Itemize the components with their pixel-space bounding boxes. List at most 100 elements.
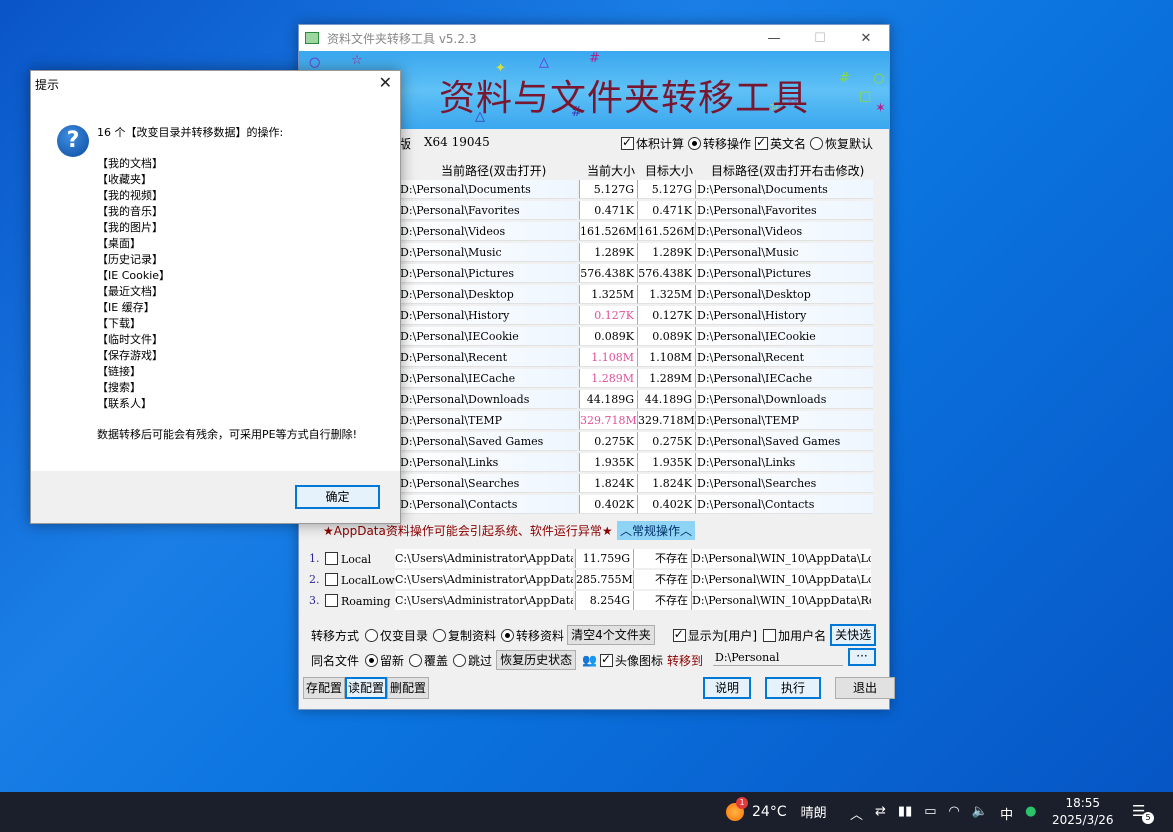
mode-move-radio[interactable]: 转移资料 (501, 627, 564, 644)
current-path-cell[interactable]: D:\Personal\Pictures (399, 264, 577, 283)
current-path-cell[interactable]: D:\Personal\IECookie (399, 327, 577, 346)
current-size-cell[interactable]: 44.189G (579, 390, 637, 409)
current-path-cell[interactable]: D:\Personal\Desktop (399, 285, 577, 304)
appdata-size-cell[interactable]: 285.755M (575, 570, 633, 589)
ok-button[interactable]: 确定 (295, 485, 380, 509)
target-size-cell[interactable]: 0.275K (637, 432, 695, 451)
appdata-target-size-cell[interactable]: 不存在 (633, 591, 691, 610)
target-size-cell[interactable]: 329.718M (637, 411, 695, 430)
target-size-cell[interactable]: 0.127K (637, 306, 695, 325)
help-button[interactable]: 说明 (703, 677, 751, 699)
show-user-checkbox[interactable]: 显示为[用户] (672, 627, 757, 644)
run-button[interactable]: 执行 (765, 677, 821, 699)
current-size-cell[interactable]: 1.824K (579, 474, 637, 493)
current-size-cell[interactable]: 1.325M (579, 285, 637, 304)
browse-button[interactable]: ··· (848, 648, 876, 666)
chevron-up-icon[interactable]: ︿ (850, 804, 863, 823)
current-path-cell[interactable]: D:\Personal\Music (399, 243, 577, 262)
current-size-cell[interactable]: 0.089K (579, 327, 637, 346)
target-path-cell[interactable]: D:\Personal\Recent (695, 348, 873, 367)
current-path-cell[interactable]: D:\Personal\Recent (399, 348, 577, 367)
target-path-input[interactable]: D:\Personal (713, 649, 843, 666)
table-row[interactable]: D:\Personal\Contacts 0.402K 0.402K D:\Perso… (399, 495, 873, 514)
target-size-cell[interactable]: 1.289K (637, 243, 695, 262)
appdata-checkbox[interactable]: LocalLow (321, 572, 395, 587)
table-row[interactable]: D:\Personal\Recent 1.108M 1.108M D:\Persona… (399, 348, 873, 367)
table-row[interactable]: D:\Personal\Favorites 0.471K 0.471K D:\Pers… (399, 201, 873, 220)
english-name-checkbox[interactable]: 英文名 (755, 135, 806, 152)
target-path-cell[interactable]: D:\Personal\Favorites (695, 201, 873, 220)
appdata-checkbox[interactable]: Roaming (321, 593, 395, 608)
target-size-cell[interactable]: 44.189G (637, 390, 695, 409)
appdata-target-path-cell[interactable]: D:\Personal\WIN_10\AppData\Roa (691, 591, 871, 610)
table-row[interactable]: D:\Personal\Saved Games 0.275K 0.275K D:\Pe… (399, 432, 873, 451)
table-row[interactable]: D:\Personal\Pictures 576.438K 576.438K D:\P… (399, 264, 873, 283)
table-row[interactable]: D:\Personal\Desktop 1.325M 1.325M D:\Person… (399, 285, 873, 304)
appdata-row[interactable]: 2. LocalLow C:\Users\Administrator\AppData… (309, 570, 871, 589)
table-row[interactable]: D:\Personal\Music 1.289K 1.289K D:\Personal… (399, 243, 873, 262)
save-config-button[interactable]: 存配置 (303, 677, 345, 699)
current-path-cell[interactable]: D:\Personal\History (399, 306, 577, 325)
target-path-cell[interactable]: D:\Personal\Contacts (695, 495, 873, 514)
table-row[interactable]: D:\Personal\Searches 1.824K 1.824K D:\Perso… (399, 474, 873, 493)
exit-button[interactable]: 退出 (835, 677, 895, 699)
target-size-cell[interactable]: 0.089K (637, 327, 695, 346)
app-tray-icon[interactable]: ● (1025, 804, 1036, 823)
target-size-cell[interactable]: 1.935K (637, 453, 695, 472)
target-path-cell[interactable]: D:\Personal\Downloads (695, 390, 873, 409)
restore-history-button[interactable]: 恢复历史状态 (496, 650, 577, 670)
dialog-close-icon[interactable]: ✕ (379, 73, 392, 92)
network-meter-icon[interactable]: ▮▮ (898, 804, 912, 823)
current-size-cell[interactable]: 329.718M (579, 411, 637, 430)
table-row[interactable]: D:\Personal\Videos 161.526M 161.526M D:\Per… (399, 222, 873, 241)
main-titlebar[interactable]: 资料文件夹转移工具 v5.2.3 — ☐ ✕ (299, 25, 889, 51)
transfer-icon[interactable]: ⇄ (875, 804, 886, 823)
current-path-cell[interactable]: D:\Personal\Links (399, 453, 577, 472)
current-size-cell[interactable]: 1.935K (579, 453, 637, 472)
current-path-cell[interactable]: D:\Personal\TEMP (399, 411, 577, 430)
target-path-cell[interactable]: D:\Personal\Searches (695, 474, 873, 493)
table-row[interactable]: D:\Personal\TEMP 329.718M 329.718M D:\Perso… (399, 411, 873, 430)
appdata-checkbox[interactable]: Local (321, 551, 395, 566)
current-size-cell[interactable]: 1.289M (579, 369, 637, 388)
target-size-cell[interactable]: 576.438K (637, 264, 695, 283)
close-quick-select-button[interactable]: 关快选 (830, 624, 877, 646)
current-size-cell[interactable]: 0.275K (579, 432, 637, 451)
target-path-cell[interactable]: D:\Personal\Saved Games (695, 432, 873, 451)
appdata-target-path-cell[interactable]: D:\Personal\WIN_10\AppData\Loc (691, 549, 871, 568)
appdata-path-cell[interactable]: C:\Users\Administrator\AppData (395, 570, 573, 589)
target-path-cell[interactable]: D:\Personal\Music (695, 243, 873, 262)
table-row[interactable]: D:\Personal\History 0.127K 0.127K D:\Person… (399, 306, 873, 325)
minimize-button[interactable]: — (751, 25, 797, 51)
add-username-checkbox[interactable]: 加用户名 (763, 627, 826, 644)
skip-radio[interactable]: 跳过 (453, 652, 492, 669)
volume-icon[interactable]: 🔈 (972, 804, 988, 823)
target-path-cell[interactable]: D:\Personal\Links (695, 453, 873, 472)
volume-calc-checkbox[interactable]: 体积计算 (621, 135, 684, 152)
appdata-target-path-cell[interactable]: D:\Personal\WIN_10\AppData\Loc (691, 570, 871, 589)
close-button[interactable]: ✕ (843, 25, 889, 51)
current-size-cell[interactable]: 1.289K (579, 243, 637, 262)
table-row[interactable]: D:\Personal\IECookie 0.089K 0.089K D:\Perso… (399, 327, 873, 346)
appdata-size-cell[interactable]: 8.254G (575, 591, 633, 610)
target-size-cell[interactable]: 161.526M (637, 222, 695, 241)
current-path-cell[interactable]: D:\Personal\Favorites (399, 201, 577, 220)
target-path-cell[interactable]: D:\Personal\Desktop (695, 285, 873, 304)
battery-icon[interactable]: ▭ (924, 804, 936, 823)
current-size-cell[interactable]: 161.526M (579, 222, 637, 241)
notification-icon[interactable]: ☰ 5 (1132, 802, 1154, 824)
target-size-cell[interactable]: 0.471K (637, 201, 695, 220)
current-path-cell[interactable]: D:\Personal\Documents (399, 180, 577, 199)
normal-ops-toggle[interactable]: ︿常规操作︿ (617, 521, 696, 540)
appdata-path-cell[interactable]: C:\Users\Administrator\AppData (395, 549, 573, 568)
current-path-cell[interactable]: D:\Personal\Contacts (399, 495, 577, 514)
maximize-button[interactable]: ☐ (797, 25, 843, 51)
current-size-cell[interactable]: 5.127G (579, 180, 637, 199)
appdata-row[interactable]: 1. Local C:\Users\Administrator\AppData 11.… (309, 549, 871, 568)
table-row[interactable]: D:\Personal\Links 1.935K 1.935K D:\Personal… (399, 453, 873, 472)
target-size-cell[interactable]: 1.108M (637, 348, 695, 367)
keep-new-radio[interactable]: 留新 (365, 652, 404, 669)
target-path-cell[interactable]: D:\Personal\Documents (695, 180, 873, 199)
target-size-cell[interactable]: 1.289M (637, 369, 695, 388)
ime-indicator[interactable]: 中 (1000, 804, 1013, 823)
